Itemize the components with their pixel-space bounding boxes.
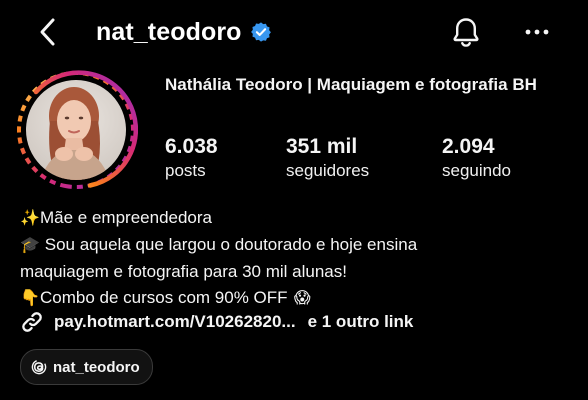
threads-profile-button[interactable]: nat_teodoro: [20, 349, 153, 385]
bio-line-text: Sou aquela que largou o doutorado e hoje…: [44, 235, 418, 254]
display-name: Nathália Teodoro | Maquiagem e fotografi…: [165, 75, 537, 94]
avatar: [17, 70, 138, 189]
bio-line: 👇Combo de cursos com 90% OFF 😱: [20, 285, 580, 312]
following-count-stat[interactable]: 2.094 seguindo: [442, 134, 511, 182]
following-label: seguindo: [442, 161, 512, 180]
followers-count-stat[interactable]: 351 mil seguidores: [286, 134, 369, 182]
back-button[interactable]: [30, 14, 66, 50]
chevron-left-icon: [40, 18, 55, 46]
threads-username: nat_teodoro: [53, 358, 140, 376]
graduation-cap-icon: 🎓: [20, 237, 40, 254]
bio-line-text: maquiagem e fotografia para 30 mil aluna…: [20, 262, 347, 281]
bio-line: maquiagem e fotografia para 30 mil aluna…: [20, 259, 580, 285]
profile-link[interactable]: pay.hotmart.com/V10262820...: [54, 312, 296, 332]
external-links-row: pay.hotmart.com/V10262820... e 1 outro l…: [20, 309, 413, 335]
username-header[interactable]: nat_teodoro: [96, 14, 272, 50]
bio-line-text: Combo de cursos com 90% OFF: [40, 288, 288, 307]
link-icon: [20, 310, 44, 334]
profile-avatar-story[interactable]: [8, 66, 138, 196]
verified-badge-icon: [250, 21, 272, 43]
bio-line: ✨Mãe e empreendedora: [20, 205, 580, 232]
posts-label: posts: [165, 161, 206, 180]
bell-icon: [453, 18, 479, 47]
posts-count: 6.038: [165, 135, 218, 158]
more-links-button[interactable]: e 1 outro link: [308, 312, 414, 332]
threads-icon: [31, 359, 47, 375]
profile-bio: ✨Mãe e empreendedora 🎓 Sou aquela que la…: [20, 205, 580, 312]
followers-label: seguidores: [286, 161, 370, 180]
more-options-button[interactable]: [517, 12, 557, 52]
notifications-button[interactable]: [446, 12, 486, 52]
top-bar: nat_teodoro: [0, 0, 588, 64]
sparkles-icon: ✨: [20, 210, 40, 227]
posts-count-stat[interactable]: 6.038 posts: [165, 134, 218, 182]
bio-line: 🎓 Sou aquela que largou o doutorado e ho…: [20, 232, 580, 259]
profile-username: nat_teodoro: [96, 17, 242, 46]
following-count: 2.094: [442, 135, 495, 158]
more-horizontal-icon: [525, 29, 549, 35]
followers-count: 351 mil: [286, 135, 358, 158]
bio-line-text: Mãe e empreendedora: [40, 208, 213, 227]
